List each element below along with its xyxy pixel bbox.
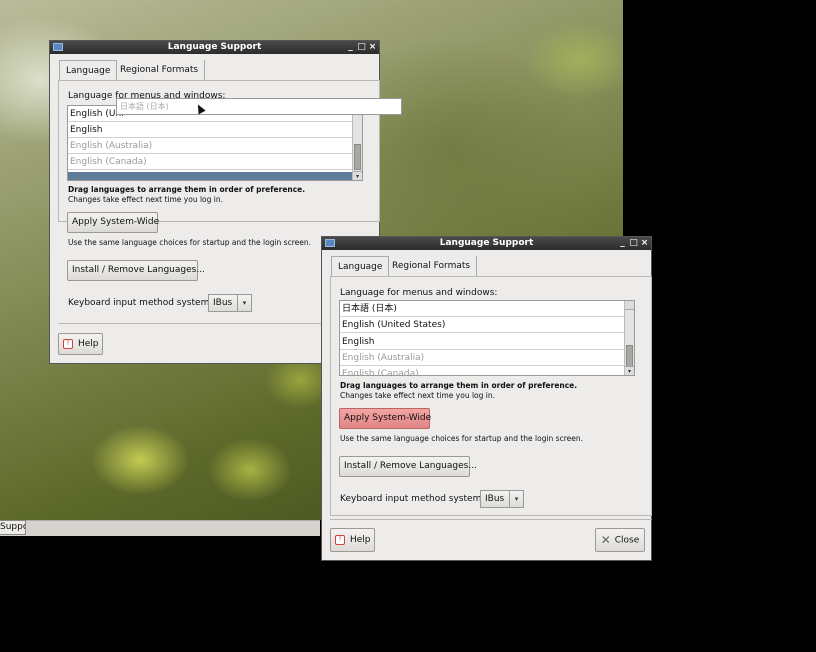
app-icon: [53, 43, 63, 51]
list-item[interactable]: English (Australia): [68, 138, 352, 154]
input-method-combo[interactable]: IBus ▾: [480, 490, 524, 508]
list-item[interactable]: English (Australia): [340, 350, 624, 366]
maximize-button[interactable]: □: [357, 41, 366, 54]
input-method-label: Keyboard input method system:: [68, 298, 213, 308]
list-item[interactable]: English: [340, 334, 624, 350]
list-scrollbar[interactable]: ▾: [624, 301, 634, 375]
minimize-button[interactable]: _: [618, 237, 627, 250]
close-window-button[interactable]: ×: [640, 237, 649, 250]
window-titlebar[interactable]: Language Support _ □ ×: [50, 41, 379, 54]
chevron-down-icon: ▾: [237, 295, 251, 311]
list-scrollbar[interactable]: ▾: [352, 106, 362, 180]
window-title: Language Support: [439, 238, 534, 248]
apply-system-wide-button[interactable]: Apply System-Wide: [67, 212, 159, 233]
list-item[interactable]: English (Canada): [340, 366, 624, 375]
close-window-button[interactable]: ×: [368, 41, 377, 54]
tab-regional-formats[interactable]: Regional Formats: [114, 60, 206, 80]
help-label: Help: [350, 535, 371, 545]
help-icon: ?: [63, 338, 73, 349]
input-method-combo[interactable]: IBus ▾: [208, 294, 252, 312]
language-list[interactable]: English (Uni English English (Australia)…: [67, 105, 363, 181]
desktop: Support Language Support _ □ × Language …: [0, 0, 816, 652]
input-method-value: IBus: [485, 494, 505, 504]
taskbar-item-label: Support: [0, 522, 25, 532]
taskbar: [0, 520, 320, 536]
maximize-button[interactable]: □: [629, 237, 638, 250]
chevron-down-icon: ▾: [509, 491, 523, 507]
list-item-selected[interactable]: [68, 172, 352, 180]
drag-hint: Drag languages to arrange them in order …: [68, 185, 306, 194]
relogin-hint: Changes take effect next time you log in…: [340, 391, 495, 400]
apply-note: Use the same language choices for startu…: [340, 434, 583, 443]
scroll-thumb[interactable]: [354, 144, 361, 170]
window-titlebar[interactable]: Language Support _ □ ×: [322, 237, 651, 250]
apply-note: Use the same language choices for startu…: [68, 238, 311, 247]
tab-language[interactable]: Language: [331, 256, 390, 276]
input-method-value: IBus: [213, 298, 233, 308]
list-item[interactable]: English (Canada): [68, 154, 352, 170]
language-support-window-front: Language Support _ □ × Language Regional…: [321, 236, 652, 561]
tab-bar: Language Regional Formats: [50, 54, 379, 80]
tab-language[interactable]: Language: [59, 60, 118, 80]
language-list[interactable]: 日本語 (日本) English (United States) English…: [339, 300, 635, 376]
minimize-button[interactable]: _: [346, 41, 355, 54]
list-item[interactable]: 日本語 (日本): [340, 301, 624, 317]
input-method-label: Keyboard input method system:: [340, 494, 485, 504]
list-item[interactable]: English: [68, 122, 352, 138]
list-item[interactable]: English (United States): [340, 317, 624, 333]
scroll-thumb[interactable]: [626, 345, 633, 367]
drag-hint: Drag languages to arrange them in order …: [340, 381, 578, 390]
install-remove-languages-button[interactable]: Install / Remove Languages...: [339, 456, 477, 477]
separator: [330, 519, 652, 520]
install-remove-languages-button[interactable]: Install / Remove Languages...: [67, 260, 205, 281]
help-label: Help: [78, 339, 99, 349]
scroll-up-button[interactable]: [625, 301, 634, 310]
scroll-down-button[interactable]: ▾: [353, 171, 362, 180]
window-title: Language Support: [167, 42, 262, 52]
apply-system-wide-button[interactable]: Apply System-Wide: [339, 408, 431, 429]
help-icon: ?: [335, 534, 345, 545]
close-icon: ✕: [600, 533, 611, 547]
taskbar-item-language-support[interactable]: Support: [0, 520, 26, 535]
help-button[interactable]: ? Help: [330, 528, 375, 552]
close-button[interactable]: ✕ Close: [595, 528, 645, 552]
drag-ghost-row: 日本語 (日本): [116, 98, 402, 115]
tab-regional-formats[interactable]: Regional Formats: [386, 256, 478, 276]
tab-bar: Language Regional Formats: [322, 250, 651, 276]
app-icon: [325, 239, 335, 247]
help-button[interactable]: ? Help: [58, 333, 103, 355]
relogin-hint: Changes take effect next time you log in…: [68, 195, 223, 204]
scroll-down-button[interactable]: ▾: [625, 366, 634, 375]
list-label: Language for menus and windows:: [340, 288, 498, 298]
close-label: Close: [614, 535, 640, 546]
